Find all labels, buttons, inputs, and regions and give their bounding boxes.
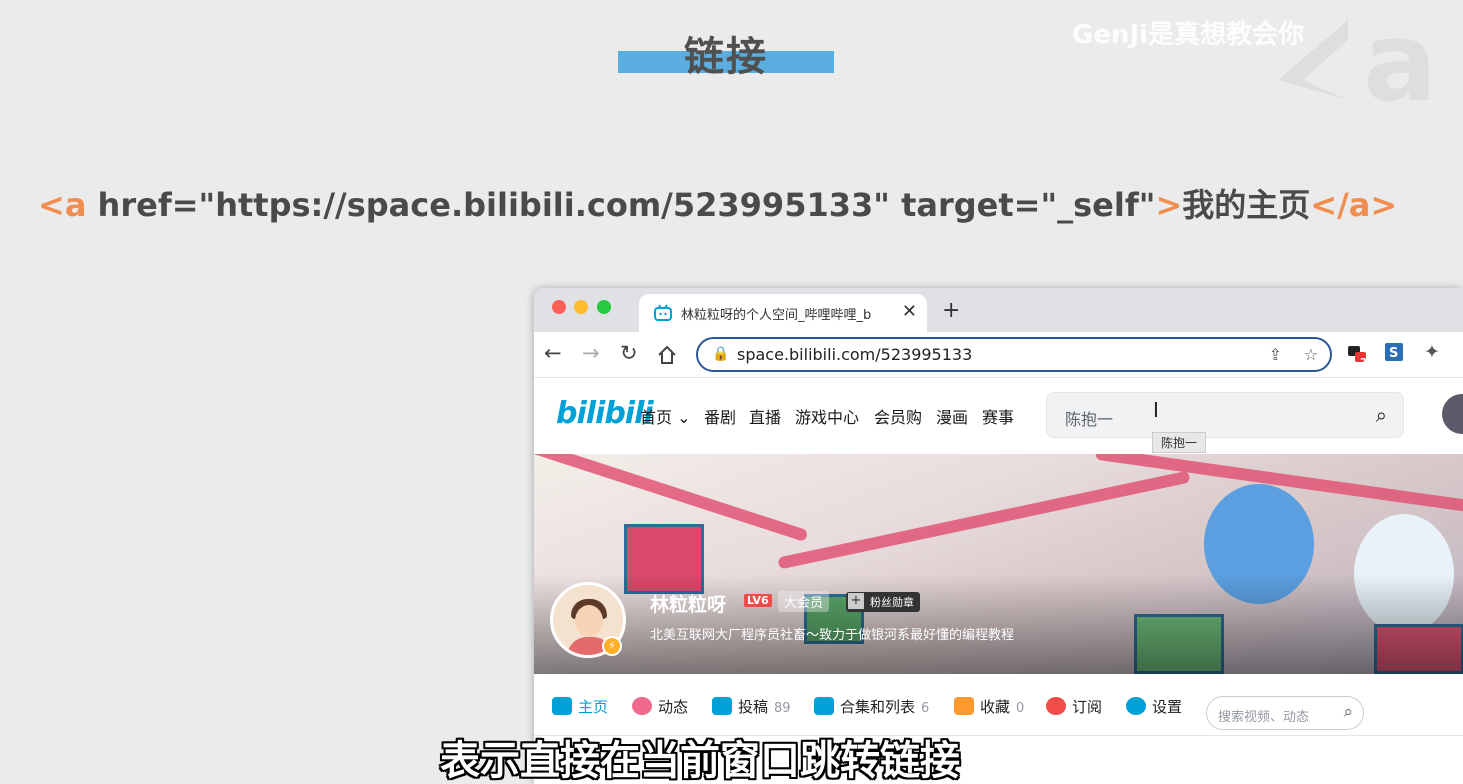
- maximize-window-button[interactable]: [597, 300, 611, 314]
- tab-subscriptions[interactable]: 订阅: [1046, 696, 1102, 717]
- tab-favorites[interactable]: 收藏 0: [954, 696, 1024, 717]
- level-badge: LV6: [744, 594, 772, 607]
- share-icon[interactable]: ⇪: [1269, 345, 1282, 364]
- code-open-tag: <a: [38, 186, 87, 224]
- tab-settings-label: 设置: [1152, 698, 1183, 716]
- banner-ribbon: [777, 470, 1191, 570]
- tab-settings[interactable]: 设置: [1126, 696, 1182, 717]
- text-cursor-icon: I: [1153, 398, 1159, 422]
- bilibili-watermark-logo: a: [1278, 0, 1437, 110]
- browser-window: 林粒粒呀的个人空间_哔哩哔哩_b ✕ + ← → ↻ 🔒 space.bilib…: [534, 288, 1463, 784]
- bilibili-tv-icon: [654, 304, 672, 321]
- search-input-value: 陈抱一: [1065, 410, 1114, 429]
- nav-esports[interactable]: 赛事: [982, 404, 1014, 428]
- fan-medal-badge[interactable]: + 粉丝勋章: [846, 592, 920, 612]
- svg-text:S: S: [1389, 346, 1398, 361]
- address-url: space.bilibili.com/523995133: [737, 345, 973, 364]
- home-icon: [552, 697, 572, 715]
- tab-uploads-label: 投稿: [738, 698, 769, 716]
- code-example: <a href="https://space.bilibili.com/5239…: [38, 180, 1397, 226]
- heart-icon: [1046, 697, 1066, 715]
- back-icon[interactable]: ←: [544, 341, 562, 365]
- chevron-down-icon: ⌄: [677, 408, 691, 427]
- tab-title: 林粒粒呀的个人空间_哔哩哔哩_b: [681, 308, 872, 323]
- tab-favorites-count: 0: [1016, 701, 1025, 716]
- gear-icon: [1126, 697, 1146, 715]
- tab-collections[interactable]: 合集和列表 6: [814, 696, 929, 717]
- tab-collections-count: 6: [921, 701, 930, 716]
- nav-home[interactable]: 首页 ⌄: [640, 404, 691, 428]
- search-icon[interactable]: ⌕: [1343, 702, 1353, 722]
- forward-icon[interactable]: →: [582, 341, 600, 365]
- site-search-input[interactable]: 陈抱一 ⌕: [1046, 392, 1404, 438]
- tab-dynamic[interactable]: 动态: [632, 696, 688, 717]
- nav-bangumi[interactable]: 番剧: [704, 404, 736, 428]
- extension-badge-count: 2: [1360, 357, 1367, 368]
- code-close-tag: </a>: [1310, 186, 1398, 224]
- browser-tab-active[interactable]: 林粒粒呀的个人空间_哔哩哔哩_b ✕: [639, 294, 927, 332]
- tab-home[interactable]: 主页: [552, 696, 608, 717]
- tab-dynamic-label: 动态: [658, 698, 689, 716]
- tab-strip: 林粒粒呀的个人空间_哔哩哔哩_b ✕ +: [534, 288, 1463, 332]
- flower-icon: [632, 697, 652, 715]
- plus-icon: +: [848, 593, 864, 609]
- browser-toolbar: ← → ↻ 🔒 space.bilibili.com/523995133 ⇪ ☆…: [534, 332, 1463, 378]
- tab-favorites-label: 收藏: [980, 698, 1011, 716]
- nav-game-center[interactable]: 游戏中心: [795, 404, 859, 428]
- video-icon: [712, 697, 732, 715]
- tab-subscriptions-label: 订阅: [1072, 698, 1103, 716]
- playlist-icon: [814, 697, 834, 715]
- tab-uploads-count: 89: [774, 701, 791, 716]
- svg-text:a: a: [1363, 0, 1437, 110]
- nav-manga[interactable]: 漫画: [936, 404, 968, 428]
- address-bar[interactable]: 🔒 space.bilibili.com/523995133 ⇪ ☆: [696, 337, 1332, 372]
- star-icon: [954, 697, 974, 715]
- search-icon[interactable]: ⌕: [1376, 403, 1387, 427]
- close-window-button[interactable]: [552, 300, 566, 314]
- slide-title-text: 链接: [684, 34, 768, 80]
- vip-badge: 大会员: [778, 591, 830, 612]
- space-banner: ⚡ 林粒粒呀 LV6 大会员 + 粉丝勋章 北美互联网大厂程序员社畜～致力于做银…: [534, 454, 1463, 674]
- space-search-input[interactable]: 搜索视频、动态 ⌕: [1206, 696, 1364, 730]
- tab-collections-label: 合集和列表: [840, 698, 916, 716]
- nav-home-label: 首页: [640, 408, 673, 427]
- reload-icon[interactable]: ↻: [620, 341, 638, 365]
- home-icon[interactable]: [656, 344, 678, 366]
- bookmark-star-icon[interactable]: ☆: [1304, 345, 1318, 364]
- close-tab-icon[interactable]: ✕: [902, 301, 917, 322]
- code-link-text: 我的主页: [1182, 186, 1311, 224]
- bilibili-header: bilibili 首页 ⌄ 番剧 直播 游戏中心 会员购 漫画 赛事 陈抱一 ⌕: [534, 378, 1463, 454]
- slide-title: 链接: [618, 14, 834, 80]
- space-search-placeholder: 搜索视频、动态: [1218, 710, 1310, 725]
- fan-medal-label: 粉丝勋章: [870, 596, 914, 609]
- code-attributes: href="https://space.bilibili.com/5239951…: [86, 186, 1156, 224]
- extensions-puzzle-icon[interactable]: ✦: [1424, 341, 1440, 363]
- up-name: 林粒粒呀: [650, 594, 727, 616]
- up-signature: 北美互联网大厂程序员社畜～致力于做银河系最好懂的编程教程: [650, 628, 1015, 643]
- video-subtitle: 表示直接在当前窗口跳转链接: [440, 738, 960, 784]
- avatar-face: [575, 605, 603, 637]
- bilibili-logo[interactable]: bilibili: [556, 396, 654, 431]
- minimize-window-button[interactable]: [574, 300, 588, 314]
- user-avatar[interactable]: [1442, 394, 1463, 434]
- code-gt: >: [1155, 186, 1183, 224]
- nav-live[interactable]: 直播: [749, 404, 781, 428]
- lightning-icon: ⚡: [602, 636, 622, 656]
- tab-uploads[interactable]: 投稿 89: [712, 696, 791, 717]
- tab-home-label: 主页: [578, 698, 609, 716]
- nav-mall[interactable]: 会员购: [874, 404, 922, 428]
- lock-icon[interactable]: 🔒: [712, 346, 729, 362]
- new-tab-icon[interactable]: +: [942, 298, 960, 323]
- extension-s-icon[interactable]: S: [1384, 342, 1404, 362]
- search-tooltip: 陈抱一: [1152, 432, 1207, 453]
